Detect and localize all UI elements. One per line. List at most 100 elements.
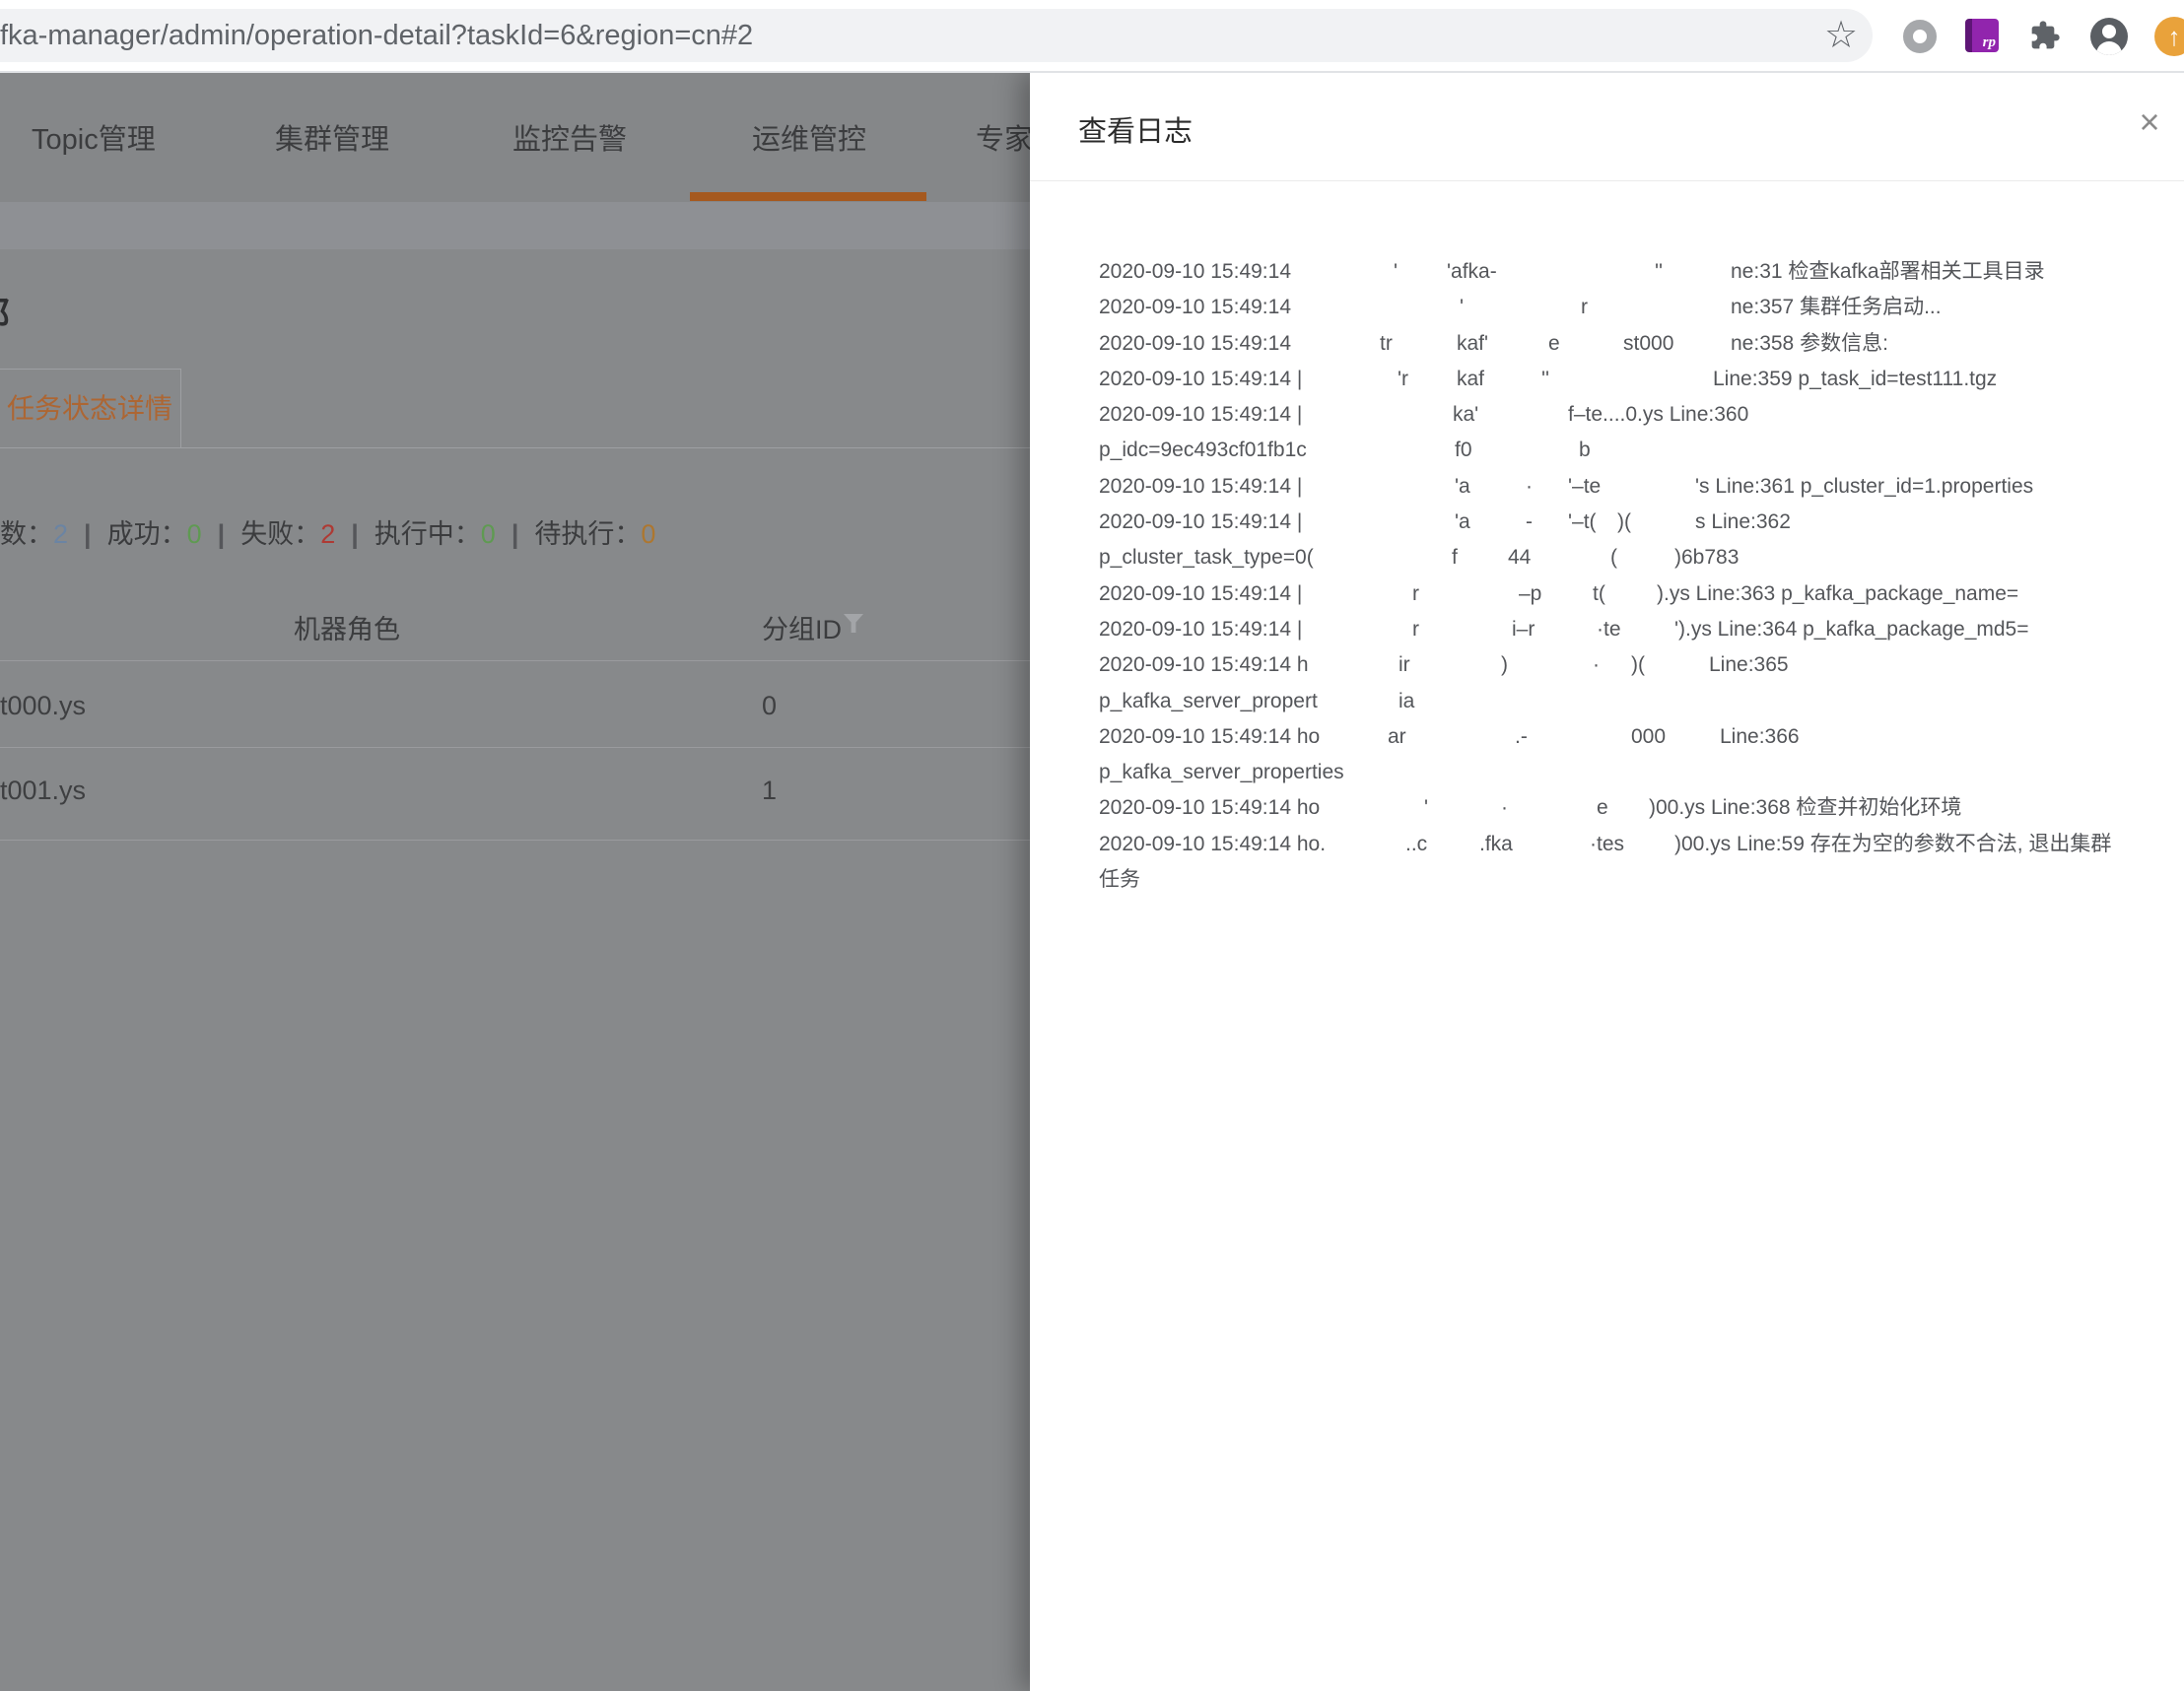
stats-value: 2 — [320, 519, 335, 549]
log-segment: ne:358 参数信息: — [1731, 326, 1888, 362]
log-segment: · — [1593, 647, 1600, 683]
log-segment: st000 — [1623, 326, 1673, 362]
address-bar[interactable]: fka-manager/admin/operation-detail?taskI… — [0, 9, 1873, 62]
nav-tab-0[interactable]: Topic管理 — [32, 116, 156, 158]
log-segment: e — [1597, 790, 1608, 826]
task-status-summary: 数：2|成功：0|失败：2|执行中：0|待执行：0 — [0, 512, 655, 551]
nav-tab-4[interactable]: 专家 — [976, 116, 1030, 158]
log-line: 2020-09-10 15:49:14 |'a-'–t()(s Line:362 — [1099, 505, 2178, 540]
log-segment: ( — [1610, 540, 1617, 575]
log-segment: p_cluster_task_type=0( — [1099, 540, 1314, 575]
log-segment: ·tes — [1590, 827, 1624, 862]
log-segment: ka' — [1453, 397, 1478, 433]
nav-tab-2[interactable]: 监控告警 — [512, 116, 627, 158]
table-header-rule — [0, 660, 1030, 661]
log-segment: 2020-09-10 15:49:14 — [1099, 326, 1291, 362]
table-column-header: 分组ID — [762, 608, 842, 646]
log-segment: p_idc=9ec493cf01fb1c — [1099, 433, 1307, 468]
extensions-puzzle-icon[interactable] — [2029, 20, 2061, 51]
log-segment: f–te....0.ys Line:360 — [1568, 397, 1748, 433]
log-segment: ' — [1394, 254, 1398, 290]
log-segment: 44 — [1508, 540, 1531, 575]
dimmed-page-area: Topic管理集群管理监控告警运维管控专家 部 任务状态详情 数：2|成功：0|… — [0, 73, 1030, 1691]
log-segment: kaf' — [1457, 326, 1488, 362]
log-segment: 2020-09-10 15:49:14 | — [1099, 505, 1302, 540]
drawer-title: 查看日志 — [1078, 108, 1193, 150]
stats-label: 失败： — [240, 519, 320, 549]
log-line: 2020-09-10 15:49:14 |ri–r·te').ys Line:3… — [1099, 612, 2178, 647]
filter-funnel-icon[interactable] — [844, 614, 863, 633]
avatar-body — [2096, 41, 2122, 55]
log-segment: )( — [1617, 505, 1631, 540]
top-navigation: Topic管理 集群管理 监控告警 运维管控 专家 — [0, 73, 1030, 202]
log-line: p_cluster_task_type=0(f44()6b783 — [1099, 540, 2178, 575]
stats-value: 2 — [53, 519, 68, 549]
nav-tab-1[interactable]: 集群管理 — [275, 116, 389, 158]
log-segment: ne:31 检查kafka部署相关工具目录 — [1731, 254, 2045, 290]
log-line: 2020-09-10 15:49:14 ho...c.fka·tes)00.ys… — [1099, 827, 2178, 862]
stats-label: 数： — [0, 519, 53, 549]
tab-task-status-detail-label: 任务状态详情 — [7, 370, 172, 447]
log-segment: ir — [1399, 647, 1410, 683]
stats-separator: | — [512, 519, 519, 549]
extension-ring-icon[interactable] — [1903, 20, 1937, 53]
page-subheader-band — [0, 202, 1030, 249]
log-line: 任务 — [1099, 862, 2178, 898]
stats-label: 成功： — [107, 519, 187, 549]
log-segment: .- — [1515, 719, 1528, 755]
log-segment: '–t( — [1568, 505, 1597, 540]
log-segment: 's Line:361 p_cluster_id=1.properties — [1695, 469, 2033, 505]
log-line: 2020-09-10 15:49:14'rne:357 集群任务启动... — [1099, 290, 2178, 325]
log-segment: 2020-09-10 15:49:14 | — [1099, 469, 1302, 505]
log-segment: f — [1452, 540, 1458, 575]
bookmark-star-icon[interactable]: ☆ — [1819, 4, 1863, 67]
log-line: p_kafka_server_propertia — [1099, 684, 2178, 719]
view-log-drawer: 查看日志 × 2020-09-10 15:49:14 ' 'afka- '' ne:31… — [1030, 73, 2184, 1691]
log-line: 2020-09-10 15:49:14''afka-''ne:31 检查kafk… — [1099, 254, 2178, 290]
log-segment: 2020-09-10 15:49:14 ho — [1099, 790, 1320, 826]
address-bar-url[interactable]: fka-manager/admin/operation-detail?taskI… — [0, 9, 753, 62]
axure-rp-extension-icon[interactable]: rp — [1965, 19, 1999, 52]
log-segment: 'afka- — [1447, 254, 1497, 290]
log-segment: ..c — [1405, 827, 1427, 862]
profile-avatar-icon[interactable] — [2090, 18, 2128, 55]
browser-update-icon[interactable]: ↑ — [2154, 17, 2184, 56]
stats-value: 0 — [481, 519, 496, 549]
close-icon[interactable]: × — [2126, 99, 2173, 146]
stats-value: 0 — [641, 519, 655, 549]
log-segment: )00.ys Line:59 存在为空的参数不合法, 退出集群 — [1674, 827, 2111, 862]
log-segment: b — [1579, 433, 1591, 468]
browser-chrome: fka-manager/admin/operation-detail?taskI… — [0, 0, 2184, 73]
table-cell-machine-role: t001.ys — [0, 776, 86, 806]
log-segment: 2020-09-10 15:49:14 ho — [1099, 719, 1320, 755]
stats-separator: | — [218, 519, 226, 549]
log-segment: i–r — [1512, 612, 1535, 647]
log-line: p_kafka_server_properties — [1099, 755, 2178, 790]
table-cell-group-id: 0 — [762, 691, 777, 721]
avatar-head — [2102, 25, 2116, 38]
log-segment: '' — [1541, 362, 1549, 397]
log-segment: 2020-09-10 15:49:14 | — [1099, 576, 1302, 612]
log-segment: · — [1526, 469, 1533, 505]
rp-badge-label: rp — [1983, 34, 1996, 51]
log-segment: kaf — [1457, 362, 1484, 397]
log-segment: 2020-09-10 15:49:14 — [1099, 290, 1291, 325]
log-segment: r — [1412, 612, 1419, 647]
log-segment: ne:357 集群任务启动... — [1731, 290, 1942, 325]
log-segment: 'r — [1398, 362, 1408, 397]
log-segment: 'a — [1455, 505, 1470, 540]
log-segment: p_kafka_server_propert — [1099, 684, 1318, 719]
table-column-header: 机器角色 — [294, 608, 400, 646]
log-line: 2020-09-10 15:49:14 |'a·'–te's Line:361 … — [1099, 469, 2178, 505]
log-segment: - — [1526, 505, 1533, 540]
log-segment: 任务 — [1099, 862, 1140, 898]
log-line: p_idc=9ec493cf01fb1cf0b — [1099, 433, 2178, 468]
tab-task-status-detail[interactable]: 任务状态详情 — [0, 369, 181, 448]
log-segment: · — [1501, 790, 1508, 826]
table-cell-group-id: 1 — [762, 776, 777, 806]
log-line: 2020-09-10 15:49:14 |'rkaf''Line:359 p_t… — [1099, 362, 2178, 397]
log-segment: r — [1581, 290, 1588, 325]
nav-tab-3-active[interactable]: 运维管控 — [752, 116, 866, 158]
log-segment: 2020-09-10 15:49:14 h — [1099, 647, 1309, 683]
log-line: 2020-09-10 15:49:14 ho'·e)00.ys Line:368… — [1099, 790, 2178, 826]
